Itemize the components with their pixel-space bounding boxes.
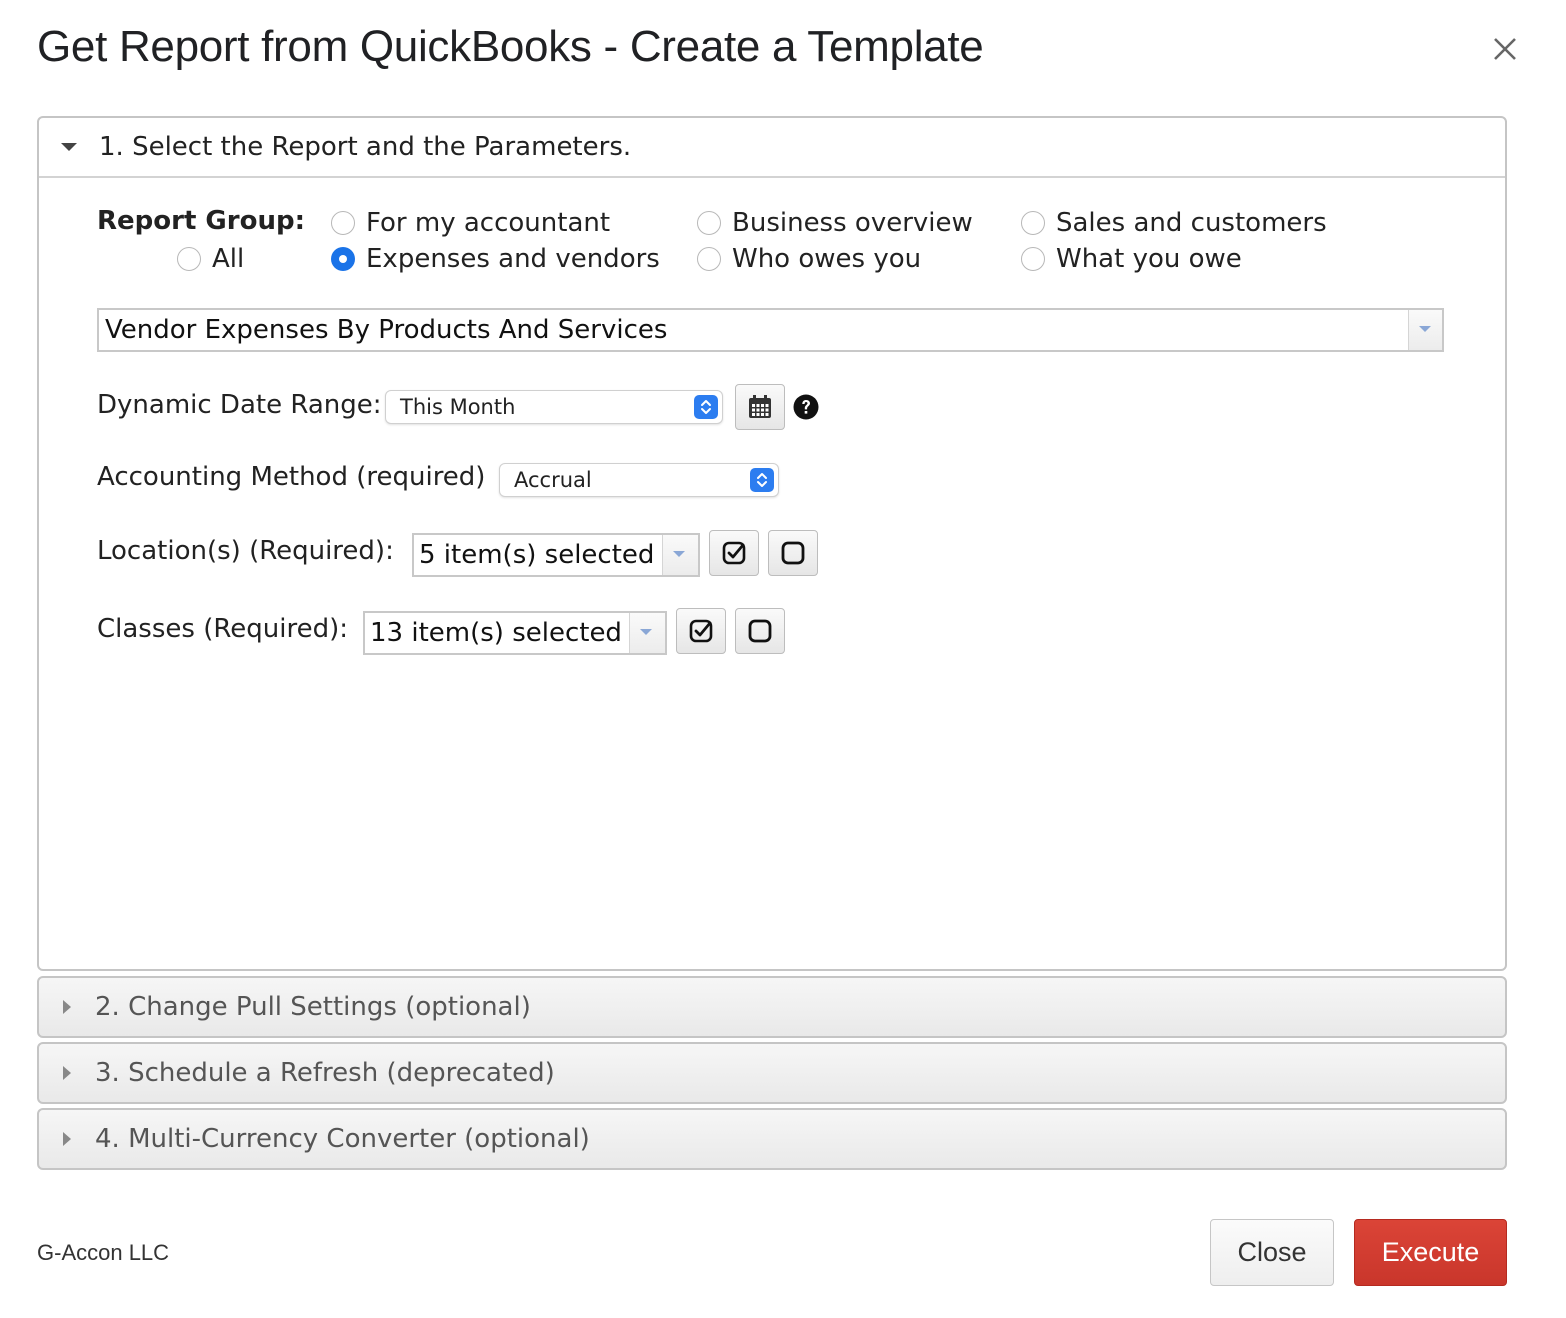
date-range-select[interactable]: This Month: [385, 390, 723, 424]
empty-square-icon: [748, 619, 772, 643]
radio-expenses-and-vendors[interactable]: Expenses and vendors: [331, 244, 660, 274]
report-select-dropdown-button[interactable]: [1408, 310, 1442, 350]
radio-label: What you owe: [1056, 244, 1242, 274]
radio-label: Who owes you: [732, 244, 922, 274]
caret-right-icon: [63, 1132, 71, 1146]
calendar-icon: [749, 395, 771, 418]
chevron-down-icon: [1419, 326, 1431, 332]
locations-multiselect[interactable]: 5 item(s) selected: [412, 533, 700, 577]
report-select-value: Vendor Expenses By Products And Services: [105, 315, 668, 345]
radio-label: For my accountant: [366, 208, 611, 238]
date-range-value: This Month: [400, 395, 516, 419]
chevron-down-icon: [673, 551, 685, 557]
locations-select-all-button[interactable]: [709, 530, 759, 576]
select-stepper-icon: [750, 468, 774, 492]
accounting-method-value: Accrual: [514, 468, 592, 492]
radio-label: Sales and customers: [1056, 208, 1327, 238]
classes-multiselect[interactable]: 13 item(s) selected: [363, 611, 667, 655]
radio-label: Expenses and vendors: [366, 244, 660, 274]
section-header-schedule-refresh[interactable]: 3. Schedule a Refresh (deprecated): [37, 1042, 1507, 1104]
radio-button[interactable]: [697, 211, 721, 235]
classes-label: Classes (Required):: [97, 614, 348, 644]
radio-button[interactable]: [1021, 247, 1045, 271]
help-icon[interactable]: [793, 394, 819, 420]
locations-value: 5 item(s) selected: [419, 540, 655, 570]
radio-label: All: [212, 244, 245, 274]
radio-sales-and-customers[interactable]: Sales and customers: [1021, 208, 1327, 238]
company-name: G-Accon LLC: [37, 1240, 170, 1265]
radio-all[interactable]: All: [177, 244, 244, 274]
classes-select-all-button[interactable]: [676, 608, 726, 654]
caret-right-icon: [63, 1000, 71, 1014]
radio-button-checked[interactable]: [331, 247, 355, 271]
locations-label: Location(s) (Required):: [97, 536, 394, 566]
date-range-label: Dynamic Date Range:: [97, 390, 382, 420]
accounting-method-label: Accounting Method (required): [97, 462, 486, 492]
radio-business-overview[interactable]: Business overview: [697, 208, 973, 238]
radio-label: Business overview: [732, 208, 973, 238]
execute-button[interactable]: Execute: [1354, 1219, 1507, 1286]
close-icon[interactable]: [1488, 32, 1522, 66]
section-select-report: 1. Select the Report and the Parameters.…: [37, 116, 1507, 971]
classes-dropdown-button[interactable]: [629, 613, 665, 653]
section-header-pull-settings[interactable]: 2. Change Pull Settings (optional): [37, 976, 1507, 1038]
dialog-title: Get Report from QuickBooks - Create a Te…: [37, 22, 984, 71]
radio-what-you-owe[interactable]: What you owe: [1021, 244, 1242, 274]
report-select[interactable]: Vendor Expenses By Products And Services: [97, 308, 1444, 352]
section-header-multi-currency[interactable]: 4. Multi-Currency Converter (optional): [37, 1108, 1507, 1170]
section-title: 1. Select the Report and the Parameters.: [99, 132, 632, 162]
accounting-method-select[interactable]: Accrual: [499, 463, 779, 497]
check-square-icon: [689, 619, 713, 643]
select-stepper-icon: [694, 395, 718, 419]
report-group-label: Report Group:: [97, 206, 305, 236]
section-title: 3. Schedule a Refresh (deprecated): [95, 1058, 555, 1088]
locations-clear-all-button[interactable]: [768, 530, 818, 576]
section-body: Report Group: For my accountant Business…: [39, 178, 1505, 968]
radio-button[interactable]: [1021, 211, 1045, 235]
classes-clear-all-button[interactable]: [735, 608, 785, 654]
caret-down-icon: [61, 143, 77, 151]
caret-right-icon: [63, 1066, 71, 1080]
radio-button[interactable]: [697, 247, 721, 271]
classes-value: 13 item(s) selected: [370, 618, 622, 648]
section-title: 2. Change Pull Settings (optional): [95, 992, 531, 1022]
radio-who-owes-you[interactable]: Who owes you: [697, 244, 921, 274]
locations-dropdown-button[interactable]: [662, 535, 698, 575]
radio-for-my-accountant[interactable]: For my accountant: [331, 208, 610, 238]
radio-button[interactable]: [331, 211, 355, 235]
check-square-icon: [722, 541, 746, 565]
calendar-button[interactable]: [735, 384, 785, 430]
section-title: 4. Multi-Currency Converter (optional): [95, 1124, 590, 1154]
chevron-down-icon: [640, 629, 652, 635]
close-button[interactable]: Close: [1210, 1219, 1334, 1286]
radio-button[interactable]: [177, 247, 201, 271]
section-header-select-report[interactable]: 1. Select the Report and the Parameters.: [39, 118, 1505, 178]
empty-square-icon: [781, 541, 805, 565]
